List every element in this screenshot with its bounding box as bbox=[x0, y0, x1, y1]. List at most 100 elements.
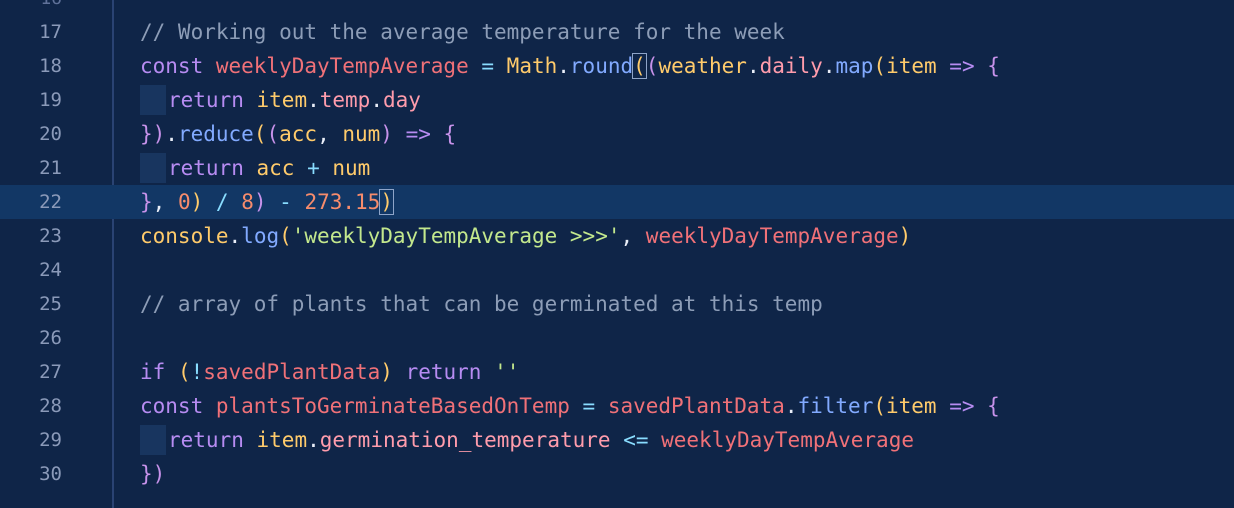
line-number: 17 bbox=[39, 21, 62, 43]
code-line[interactable]: 20}).reduce((acc, num) => { bbox=[0, 117, 1234, 151]
line-number: 22 bbox=[39, 191, 62, 213]
code-line[interactable]: 19 return item.temp.day bbox=[0, 83, 1234, 117]
code-token: filter bbox=[797, 394, 874, 418]
code-token: weeklyDayTempAverage bbox=[661, 428, 914, 452]
matched-bracket: ) bbox=[379, 189, 394, 215]
code-token: const bbox=[140, 54, 216, 78]
line-number: 20 bbox=[39, 123, 62, 145]
code-token: ) bbox=[898, 224, 912, 248]
code-token: round bbox=[569, 54, 634, 78]
code-token: ! bbox=[190, 360, 204, 384]
code-token: ( bbox=[873, 54, 887, 78]
code-token: . bbox=[822, 54, 836, 78]
code-token: germination_temperature bbox=[319, 428, 611, 452]
code-token: . bbox=[746, 54, 760, 78]
code-token: => bbox=[392, 122, 444, 146]
code-line[interactable]: 27 if (!savedPlantData) return '' bbox=[0, 355, 1234, 389]
code-token: num bbox=[342, 122, 381, 146]
code-token: item bbox=[256, 428, 308, 452]
code-line[interactable]: 28 const plantsToGerminateBasedOnTemp = s… bbox=[0, 389, 1234, 423]
code-text[interactable]: console.log('weeklyDayTempAverage >>>', … bbox=[140, 219, 911, 253]
code-token: temp bbox=[319, 88, 371, 112]
code-token: + bbox=[294, 156, 333, 180]
code-line[interactable]: 18 const weeklyDayTempAverage = Math.roun… bbox=[0, 49, 1234, 83]
indent-guide bbox=[140, 85, 166, 115]
code-token: }) bbox=[140, 122, 166, 146]
code-token: / bbox=[203, 190, 242, 214]
code-token: ) bbox=[380, 360, 393, 384]
code-line[interactable]: 24 bbox=[0, 253, 1234, 287]
code-line[interactable]: 25 // array of plants that can be germina… bbox=[0, 287, 1234, 321]
code-token: ) bbox=[190, 190, 204, 214]
code-token: ( bbox=[645, 54, 659, 78]
code-token: => bbox=[936, 54, 988, 78]
code-token: <= bbox=[610, 428, 662, 452]
code-token: log bbox=[241, 224, 280, 248]
code-token: return bbox=[168, 88, 257, 112]
code-token: ) bbox=[380, 122, 393, 146]
code-token: '' bbox=[494, 360, 520, 384]
line-number: 29 bbox=[39, 429, 62, 451]
code-token: }) bbox=[140, 462, 166, 486]
code-text[interactable]: }) bbox=[140, 457, 165, 491]
code-token: ( bbox=[253, 122, 267, 146]
code-token: 0 bbox=[177, 190, 191, 214]
code-text[interactable]: return item.temp.day bbox=[168, 83, 421, 117]
code-token: Math bbox=[506, 54, 558, 78]
code-line[interactable]: 30}) bbox=[0, 457, 1234, 491]
code-token: , bbox=[152, 190, 178, 214]
line-number: 27 bbox=[39, 361, 62, 383]
line-number: 19 bbox=[39, 89, 62, 111]
code-token: } bbox=[140, 190, 153, 214]
line-number: 24 bbox=[39, 259, 62, 281]
code-line[interactable]: 22 }, 0) / 8) - 273.15) bbox=[0, 185, 1234, 219]
code-token: weeklyDayTempAverage bbox=[215, 54, 469, 78]
line-number: 21 bbox=[39, 157, 62, 179]
code-token: . bbox=[370, 88, 383, 112]
code-text[interactable]: }, 0) / 8) - 273.15) bbox=[140, 185, 394, 219]
code-text[interactable]: return item.germination_temperature <= w… bbox=[168, 423, 914, 457]
code-token: ( bbox=[177, 360, 191, 384]
line-number: 30 bbox=[39, 463, 62, 485]
code-token: return bbox=[168, 428, 257, 452]
code-line[interactable]: 21 return acc + num bbox=[0, 151, 1234, 185]
code-token: = bbox=[468, 54, 507, 78]
code-token: plantsToGerminateBasedOnTemp bbox=[215, 394, 570, 418]
code-token: { bbox=[443, 122, 457, 146]
code-token: ) bbox=[253, 190, 267, 214]
code-text[interactable]: return acc + num bbox=[168, 151, 370, 185]
code-token: weeklyDayTempAverage bbox=[645, 224, 899, 248]
code-line[interactable]: 26 bbox=[0, 321, 1234, 355]
code-token: 8 bbox=[241, 190, 254, 214]
code-token: if bbox=[140, 360, 178, 384]
code-token: ( bbox=[279, 224, 292, 248]
code-line[interactable]: 17 // Working out the average temperature… bbox=[0, 15, 1234, 49]
line-number: 26 bbox=[39, 327, 62, 349]
code-line[interactable]: 29 return item.germination_temperature <=… bbox=[0, 423, 1234, 457]
code-token: // array of plants that can be germinate… bbox=[140, 292, 823, 316]
code-token: . bbox=[228, 224, 242, 248]
code-token: { bbox=[987, 394, 1000, 418]
code-token: item bbox=[886, 394, 937, 418]
code-token: acc bbox=[279, 122, 318, 146]
code-text[interactable]: // array of plants that can be germinate… bbox=[140, 287, 823, 321]
code-token: 273.15 bbox=[304, 190, 381, 214]
code-line[interactable]: 23 console.log('weeklyDayTempAverage >>>'… bbox=[0, 219, 1234, 253]
indent-guide bbox=[140, 425, 166, 455]
code-token: savedPlantData bbox=[607, 394, 785, 418]
code-token: . bbox=[557, 54, 570, 78]
code-editor[interactable]: 16 17 // Working out the average temperat… bbox=[0, 0, 1234, 508]
code-text[interactable]: const weeklyDayTempAverage = Math.round(… bbox=[140, 49, 1000, 83]
code-token: , bbox=[317, 122, 343, 146]
code-token: return bbox=[168, 156, 257, 180]
code-token: num bbox=[332, 156, 371, 180]
code-token: . bbox=[307, 88, 320, 112]
code-text[interactable]: // Working out the average temperature f… bbox=[140, 15, 785, 49]
code-text[interactable]: }).reduce((acc, num) => { bbox=[140, 117, 456, 151]
code-text[interactable]: const plantsToGerminateBasedOnTemp = sav… bbox=[140, 389, 1000, 423]
code-token: daily bbox=[759, 54, 823, 78]
code-token: . bbox=[165, 122, 178, 146]
code-text[interactable]: if (!savedPlantData) return '' bbox=[140, 355, 519, 389]
code-token: item bbox=[256, 88, 308, 112]
code-token: weather bbox=[658, 54, 747, 78]
